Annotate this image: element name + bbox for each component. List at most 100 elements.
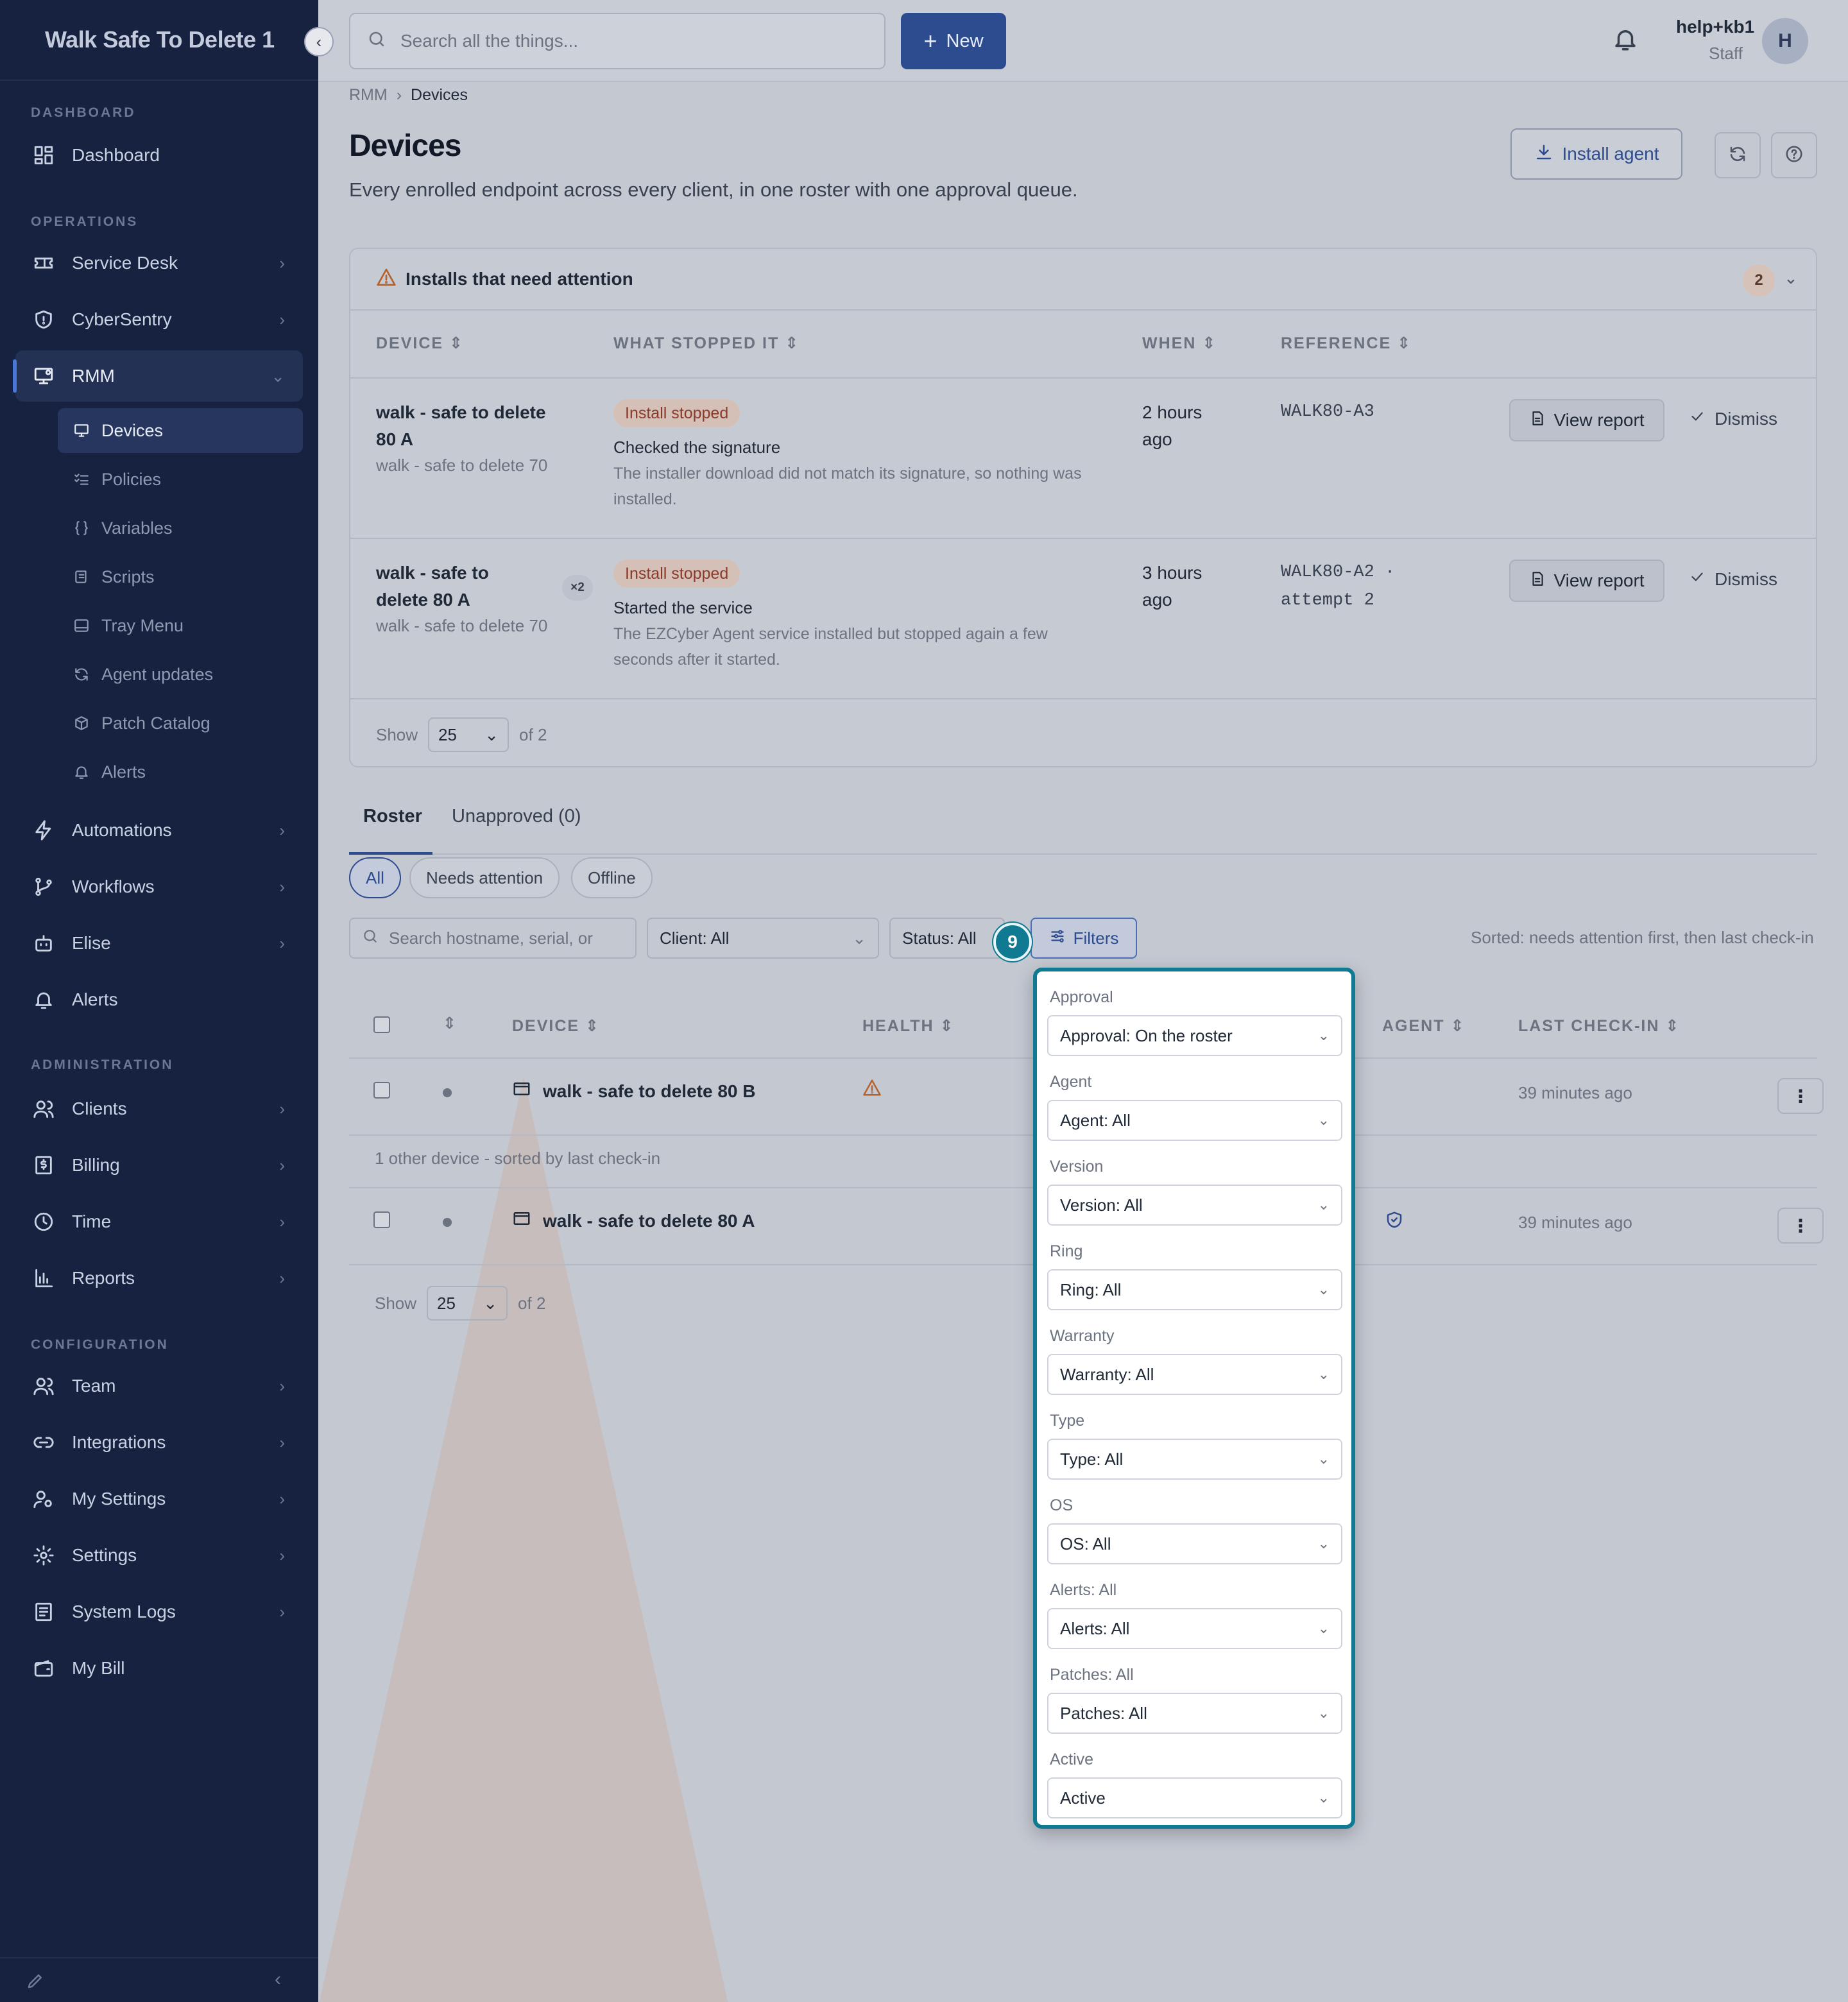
filter-label-alerts: Alerts: All	[1050, 1581, 1117, 1599]
sidebar-item-my-settings[interactable]: My Settings ›	[15, 1473, 303, 1525]
sidebar-item-time[interactable]: Time ›	[15, 1196, 303, 1247]
collapse-sidebar-button[interactable]: ‹	[304, 27, 334, 56]
notifications-bell-icon[interactable]	[1612, 26, 1639, 56]
view-report-button[interactable]: View report	[1509, 560, 1664, 602]
col-agent[interactable]: AGENT ⇕	[1382, 1016, 1465, 1036]
row-actions-menu-button[interactable]: ⋮	[1777, 1208, 1824, 1244]
col-what-stopped[interactable]: WHAT STOPPED IT ⇕	[613, 334, 800, 353]
col-status-sort[interactable]: ⇕	[443, 1014, 458, 1033]
sidebar-item-agent-updates[interactable]: Agent updates	[58, 652, 303, 697]
sidebar-item-integrations[interactable]: Integrations ›	[15, 1417, 303, 1468]
dismiss-button[interactable]: Dismiss	[1689, 408, 1777, 429]
device-link[interactable]: walk - safe to delete 80 A	[512, 1209, 755, 1233]
tab-unapproved[interactable]: Unapproved (0)	[452, 806, 581, 827]
sidebar-item-devices[interactable]: Devices	[58, 408, 303, 453]
filter-select-ring[interactable]: Ring: All ⌄	[1047, 1269, 1342, 1310]
chip-needs-attention[interactable]: Needs attention	[409, 857, 560, 898]
chevron-down-icon: ⌄	[1317, 1451, 1330, 1467]
row-checkbox[interactable]	[373, 1211, 390, 1228]
col-health[interactable]: HEALTH ⇕	[862, 1016, 954, 1036]
client-select[interactable]: Client: All ⌄	[647, 918, 879, 959]
col-device[interactable]: DEVICE ⇕	[512, 1016, 600, 1036]
sidebar-item-automations[interactable]: Automations ›	[15, 805, 303, 856]
sidebar-item-rmm[interactable]: RMM ⌄	[13, 350, 303, 402]
sidebar-item-alerts[interactable]: Alerts	[15, 974, 303, 1025]
sidebar-footer: ‹	[0, 1957, 318, 2002]
sidebar-item-label: System Logs	[72, 1602, 176, 1621]
filter-select-approval[interactable]: Approval: On the roster ⌄	[1047, 1015, 1342, 1056]
download-icon	[1534, 142, 1553, 166]
filter-select-version[interactable]: Version: All ⌄	[1047, 1185, 1342, 1226]
monitor-cog-icon	[31, 363, 56, 389]
sidebar-item-system-logs[interactable]: System Logs ›	[15, 1586, 303, 1638]
new-button[interactable]: + New	[901, 13, 1006, 69]
install-agent-button[interactable]: Install agent	[1510, 128, 1682, 180]
sidebar-item-tray-menu[interactable]: Tray Menu	[58, 603, 303, 648]
help-button[interactable]	[1771, 132, 1817, 178]
page-size-select[interactable]: 25 ⌄	[428, 717, 509, 752]
sidebar-item-dashboard[interactable]: Dashboard	[15, 130, 303, 181]
chevron-down-icon[interactable]: ⌄	[1784, 268, 1798, 288]
col-when[interactable]: WHEN ⇕	[1142, 334, 1217, 353]
tab-roster[interactable]: Roster	[363, 806, 422, 827]
view-report-button[interactable]: View report	[1509, 399, 1664, 441]
row-checkbox[interactable]	[373, 1082, 390, 1099]
sidebar-item-clients[interactable]: Clients ›	[15, 1083, 303, 1134]
sidebar-item-service-desk[interactable]: Service Desk ›	[15, 237, 303, 289]
status-select[interactable]: Status: All	[889, 918, 1005, 959]
online-status-dot	[443, 1218, 452, 1227]
filter-label-approval: Approval	[1050, 988, 1113, 1006]
page-size-select[interactable]: 25 ⌄	[427, 1286, 508, 1321]
chevron-right-icon: ›	[279, 1545, 285, 1565]
tray-icon	[72, 616, 91, 635]
device-link[interactable]: walk - safe to delete 80 B	[512, 1079, 755, 1103]
sidebar-item-workflows[interactable]: Workflows ›	[15, 861, 303, 912]
filter-select-os[interactable]: OS: All ⌄	[1047, 1523, 1342, 1564]
sidebar-item-rmm-alerts[interactable]: Alerts	[58, 749, 303, 794]
sidebar-item-cybersentry[interactable]: CyberSentry ›	[15, 294, 303, 345]
global-search-input[interactable]: Search all the things...	[349, 13, 886, 69]
sidebar-item-policies[interactable]: Policies	[58, 457, 303, 502]
chip-offline[interactable]: Offline	[571, 857, 653, 898]
sidebar-item-my-bill[interactable]: My Bill	[15, 1643, 303, 1694]
sidebar-item-label: Integrations	[72, 1432, 166, 1452]
sidebar-item-billing[interactable]: Billing ›	[15, 1140, 303, 1191]
sidebar-item-scripts[interactable]: Scripts	[58, 554, 303, 599]
filter-select-active[interactable]: Active ⌄	[1047, 1777, 1342, 1818]
dismiss-button[interactable]: Dismiss	[1689, 569, 1777, 590]
sidebar-item-patch-catalog[interactable]: Patch Catalog	[58, 701, 303, 746]
filter-select-alerts[interactable]: Alerts: All ⌄	[1047, 1608, 1342, 1649]
col-reference[interactable]: REFERENCE ⇕	[1281, 334, 1412, 353]
sidebar-item-label: Service Desk	[72, 253, 178, 273]
select-all-checkbox[interactable]	[373, 1016, 390, 1033]
file-text-icon	[1529, 410, 1546, 431]
row-actions-menu-button[interactable]: ⋮	[1777, 1078, 1824, 1114]
device-name[interactable]: walk - safe to delete 80 A	[376, 399, 556, 453]
package-icon	[72, 714, 91, 733]
sidebar-item-settings[interactable]: Settings ›	[15, 1530, 303, 1581]
filter-select-warranty[interactable]: Warranty: All ⌄	[1047, 1354, 1342, 1395]
col-device[interactable]: DEVICE ⇕	[376, 334, 464, 353]
filter-select-patches[interactable]: Patches: All ⌄	[1047, 1693, 1342, 1734]
refresh-button[interactable]	[1715, 132, 1761, 178]
sidebar-sub-label: Devices	[101, 420, 164, 440]
sidebar-item-reports[interactable]: Reports ›	[15, 1253, 303, 1304]
breadcrumb-rmm[interactable]: RMM	[349, 86, 388, 105]
brand-title: Walk Safe To Delete 1	[0, 0, 318, 81]
pencil-icon[interactable]	[26, 1971, 45, 1994]
filter-select-type[interactable]: Type: All ⌄	[1047, 1439, 1342, 1480]
roster-search-input[interactable]: Search hostname, serial, or	[349, 918, 637, 959]
device-name[interactable]: walk - safe to delete 80 A	[376, 560, 524, 613]
sidebar-item-variables[interactable]: Variables	[58, 506, 303, 551]
attention-header[interactable]: Installs that need attention	[350, 249, 1816, 311]
sidebar-item-team[interactable]: Team ›	[15, 1360, 303, 1412]
chevron-left-icon[interactable]: ‹	[275, 1969, 281, 1990]
avatar[interactable]: H	[1762, 18, 1808, 64]
sidebar-item-elise[interactable]: Elise ›	[15, 918, 303, 969]
filters-button[interactable]: Filters	[1031, 918, 1137, 959]
chevron-right-icon: ›	[279, 253, 285, 273]
col-last-checkin[interactable]: LAST CHECK-IN ⇕	[1518, 1016, 1680, 1036]
chip-all[interactable]: All	[349, 857, 401, 898]
chevron-down-icon: ⌄	[852, 928, 866, 948]
filter-select-agent[interactable]: Agent: All ⌄	[1047, 1100, 1342, 1141]
